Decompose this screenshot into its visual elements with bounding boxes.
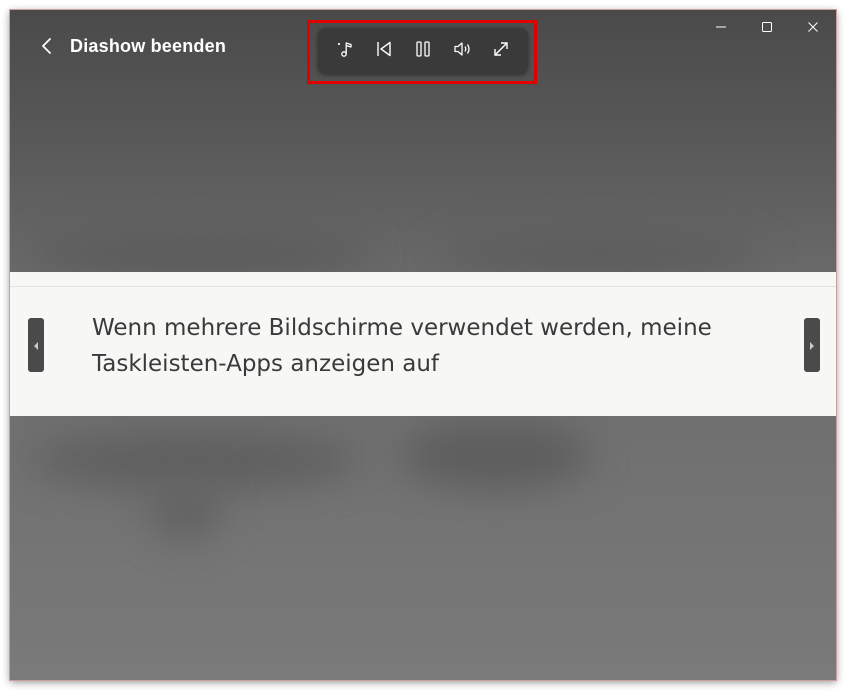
background-blur: [440, 235, 760, 275]
slideshow-window: Diashow beenden Wenn mehrere Bildschirme…: [10, 10, 836, 680]
chevron-left-icon: [38, 37, 56, 55]
close-icon: [807, 18, 819, 37]
exit-slideshow-button[interactable]: Diashow beenden: [38, 30, 226, 62]
caret-left-icon: [32, 336, 40, 355]
background-blur: [400, 420, 590, 490]
slide-caption-band: Wenn mehrere Bildschirme verwendet werde…: [10, 272, 836, 416]
caption-line-1: Wenn mehrere Bildschirme verwendet werde…: [92, 315, 712, 341]
previous-slide-button[interactable]: [28, 318, 44, 372]
window-controls: [698, 10, 836, 44]
maximize-button[interactable]: [744, 10, 790, 44]
background-blur: [150, 480, 220, 540]
maximize-icon: [761, 18, 773, 37]
caret-right-icon: [808, 336, 816, 355]
toolbar-highlight-frame: [307, 20, 537, 84]
next-slide-button[interactable]: [804, 318, 820, 372]
exit-slideshow-label: Diashow beenden: [70, 35, 227, 56]
minimize-icon: [715, 18, 727, 37]
close-button[interactable]: [790, 10, 836, 44]
background-blur: [30, 235, 370, 275]
slide-caption: Wenn mehrere Bildschirme verwendet werde…: [92, 310, 772, 382]
divider: [10, 286, 836, 287]
minimize-button[interactable]: [698, 10, 744, 44]
caption-line-2: Taskleisten-Apps anzeigen auf: [92, 351, 440, 377]
